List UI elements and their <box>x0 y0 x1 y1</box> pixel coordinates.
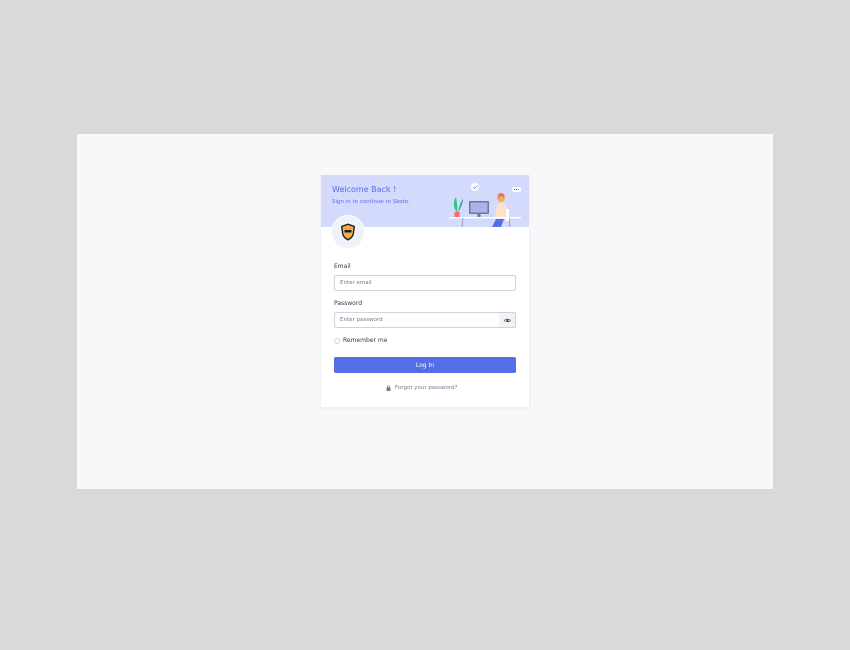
eye-icon <box>503 318 511 322</box>
password-label: Password <box>334 300 363 307</box>
logo-icon <box>341 223 355 241</box>
avatar <box>331 215 365 249</box>
forgot-password-label[interactable]: Forgot your password? <box>395 385 457 391</box>
remember-checkbox[interactable] <box>334 338 340 344</box>
password-field[interactable] <box>334 312 500 328</box>
email-label: Email <box>334 263 351 270</box>
remember-label[interactable]: Remember me <box>343 337 387 344</box>
login-card: Welcome Back ! Sign in to continue to Sk… <box>321 175 529 407</box>
login-button[interactable]: Log In <box>334 357 516 373</box>
lock-icon <box>386 385 391 391</box>
toggle-password-button[interactable] <box>499 312 516 328</box>
forgot-password-link[interactable]: Forgot your password? <box>386 385 457 391</box>
desk-illustration <box>449 183 521 227</box>
welcome-subtitle: Sign in to continue to Skote. <box>332 199 410 205</box>
welcome-title: Welcome Back ! <box>332 185 397 194</box>
email-field[interactable] <box>334 275 516 291</box>
page-frame: Welcome Back ! Sign in to continue to Sk… <box>77 134 773 489</box>
